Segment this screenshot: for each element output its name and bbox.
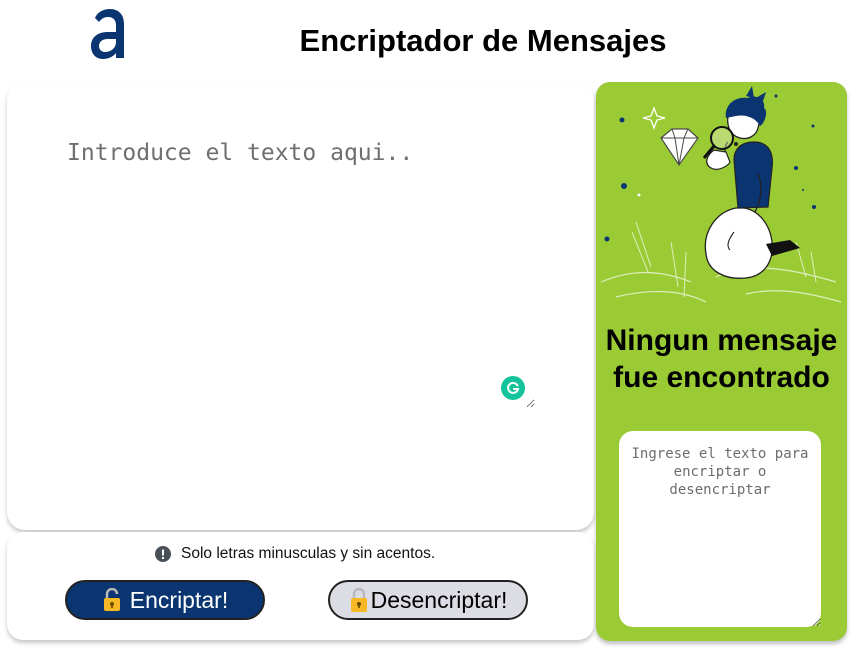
notice-text: Solo letras minusculas y sin acentos.	[181, 545, 436, 562]
page-title: Encriptador de Mensajes	[299, 23, 667, 58]
grammarly-icon[interactable]	[501, 376, 525, 400]
info-icon	[155, 546, 171, 562]
decrypt-button-label: Desencriptar!	[370, 586, 508, 613]
encrypt-button[interactable]: Encriptar!	[65, 580, 265, 620]
decrypt-button[interactable]: Desencriptar!	[328, 580, 528, 620]
output-panel: Ningun mensaje fue encontrado	[596, 82, 847, 641]
empty-message-title: Ningun mensaje fue encontrado	[605, 324, 838, 394]
locked-padlock-icon	[349, 587, 369, 613]
alura-logo-icon[interactable]	[88, 8, 128, 60]
detective-illustration-icon	[600, 86, 842, 303]
input-card	[7, 82, 594, 530]
controls-card: Solo letras minusculas y sin acentos. En…	[7, 532, 594, 640]
input-notice: Solo letras minusculas y sin acentos.	[155, 545, 435, 563]
message-input[interactable]	[61, 140, 535, 408]
encrypt-button-label: Encriptar!	[129, 586, 229, 613]
output-box	[619, 431, 821, 627]
output-textarea[interactable]	[619, 431, 821, 627]
unlocked-padlock-icon	[102, 588, 122, 612]
page-header: Encriptador de Mensajes	[0, 0, 859, 82]
